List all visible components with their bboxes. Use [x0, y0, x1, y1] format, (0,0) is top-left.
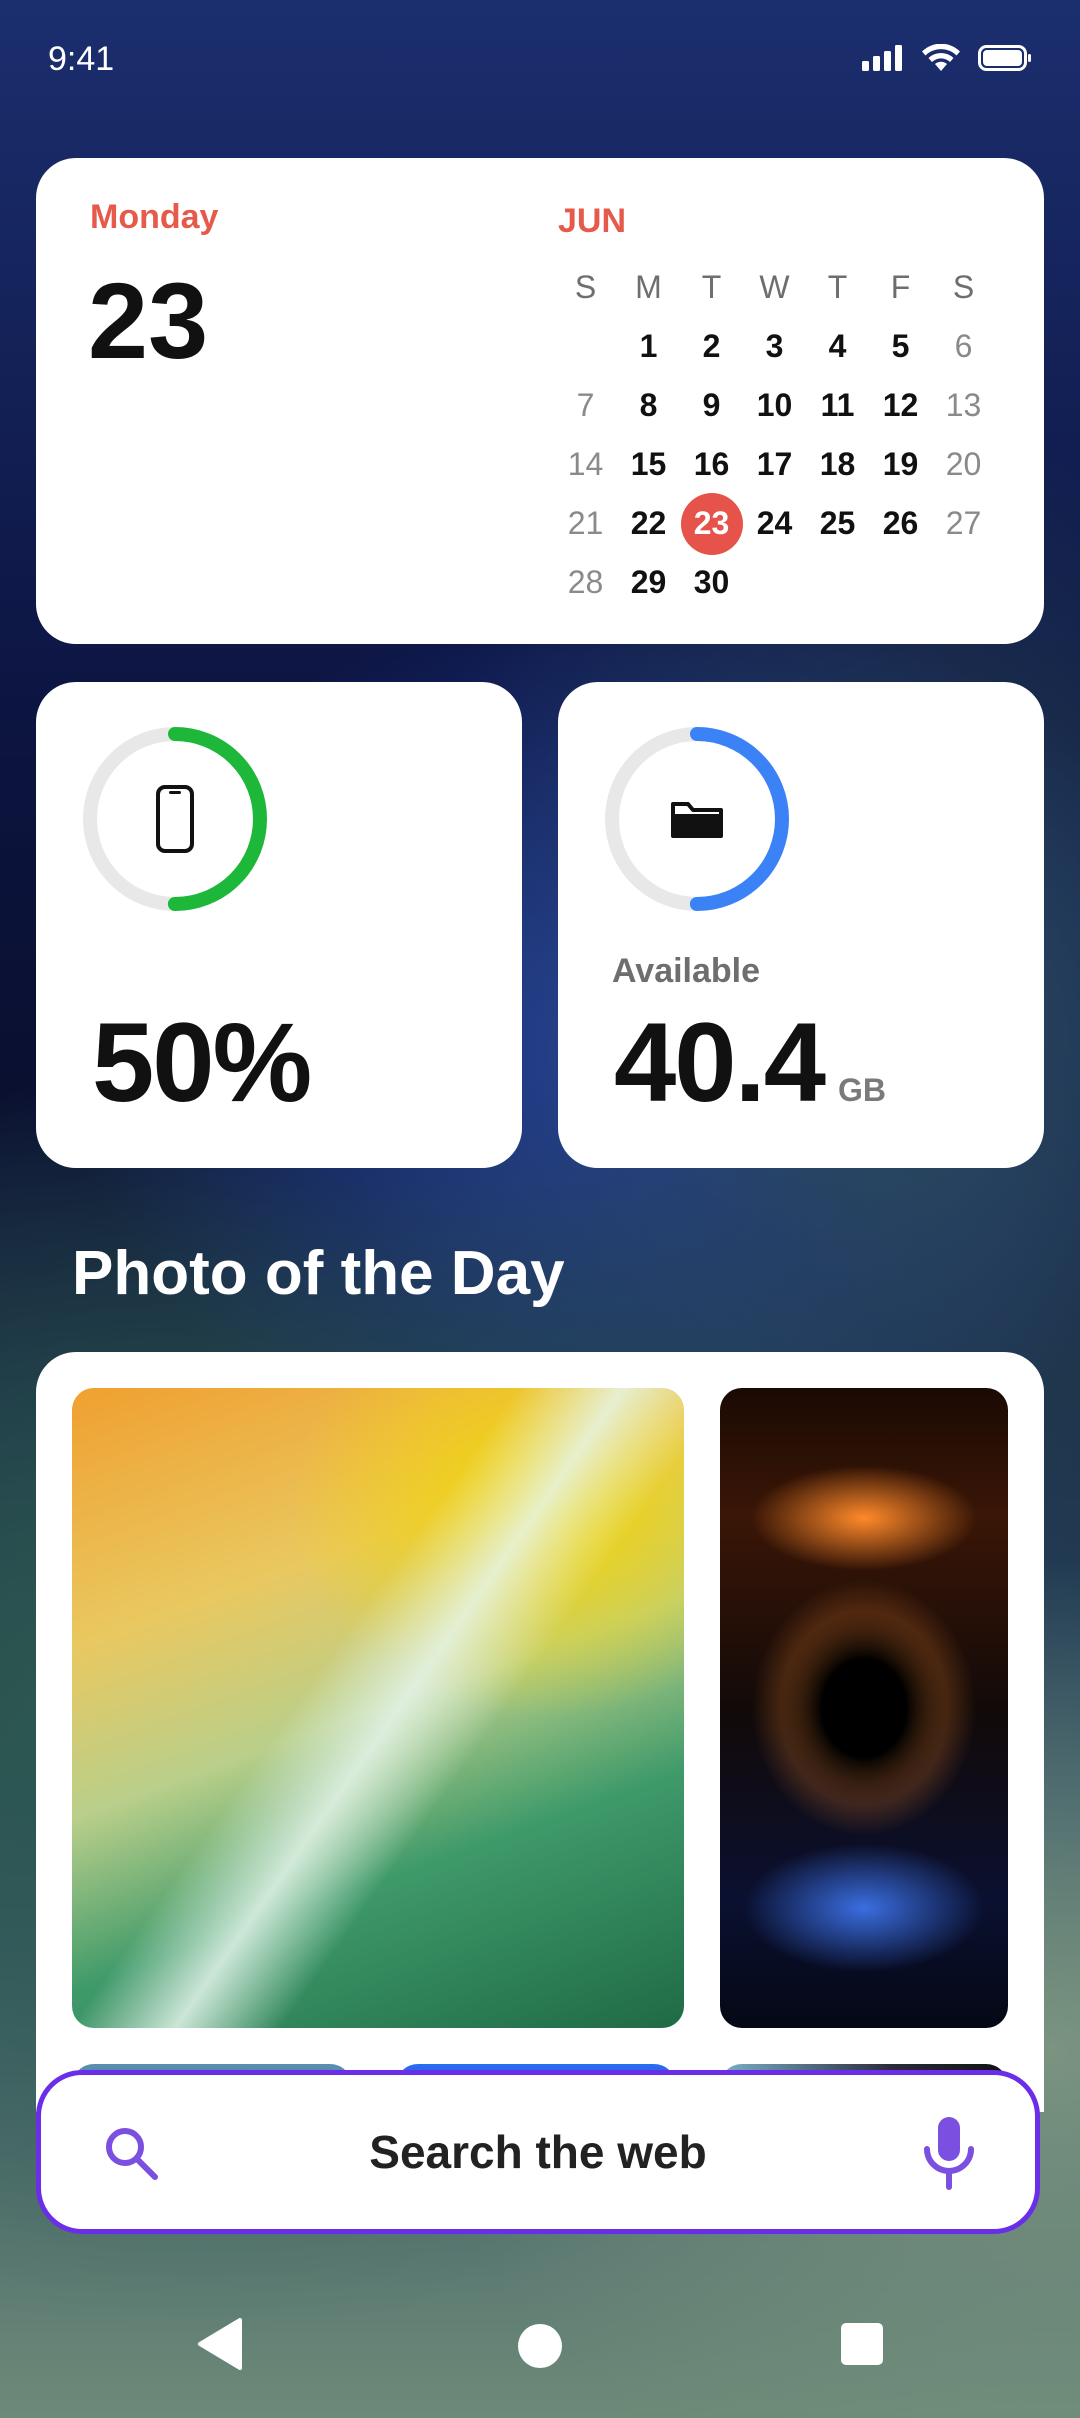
calendar-date: 23 — [88, 260, 209, 381]
phone-icon — [156, 785, 194, 853]
storage-widget[interactable]: Available 40.4 GB — [558, 682, 1044, 1168]
calendar-day[interactable]: 30 — [680, 553, 743, 612]
photo-section-title: Photo of the Day — [72, 1239, 565, 1308]
calendar-day[interactable]: 25 — [806, 494, 869, 553]
calendar-day[interactable]: 10 — [743, 376, 806, 435]
calendar-day[interactable]: 8 — [617, 376, 680, 435]
calendar-day[interactable]: 1 — [617, 317, 680, 376]
calendar-day[interactable]: 7 — [554, 376, 617, 435]
calendar-empty-cell — [806, 553, 869, 612]
battery-status-icon — [978, 45, 1031, 71]
calendar-weekday-header: W — [759, 269, 790, 305]
back-icon[interactable] — [196, 2318, 242, 2370]
calendar-weekday: Monday — [90, 198, 219, 236]
calendar-empty-cell — [554, 317, 617, 376]
calendar-empty-cell — [743, 553, 806, 612]
battery-percentage: 50% — [92, 1000, 312, 1125]
storage-value-row: 40.4 GB — [614, 998, 886, 1127]
calendar-day[interactable]: 19 — [869, 435, 932, 494]
battery-ring — [83, 727, 267, 911]
home-icon[interactable] — [516, 2322, 564, 2370]
calendar-weekday-header: S — [574, 269, 597, 305]
calendar-day[interactable]: 28 — [554, 553, 617, 612]
calendar-day[interactable]: 9 — [680, 376, 743, 435]
calendar-day[interactable]: 4 — [806, 317, 869, 376]
folder-icon — [671, 802, 723, 838]
calendar-weekday-header: F — [890, 269, 911, 305]
battery-widget[interactable]: 50% — [36, 682, 522, 1168]
storage-label: Available — [612, 952, 761, 990]
calendar-weekday-header: S — [952, 269, 975, 305]
calendar-day[interactable]: 11 — [806, 376, 869, 435]
calendar-day[interactable]: 22 — [617, 494, 680, 553]
search-placeholder[interactable]: Search the web — [369, 2125, 706, 2179]
calendar-day[interactable]: 15 — [617, 435, 680, 494]
calendar-month-grid: S M T W T F S 1 2 3 4 5 6 7 8 9 10 11 12 13 14 15 16 17 18 19 20 21… — [554, 258, 995, 612]
storage-unit: GB — [837, 1072, 886, 1108]
calendar-day[interactable]: 24 — [743, 494, 806, 553]
calendar-day[interactable]: 17 — [743, 435, 806, 494]
calendar-day[interactable]: 13 — [932, 376, 995, 435]
calendar-day[interactable]: 27 — [932, 494, 995, 553]
calendar-day[interactable]: 16 — [680, 435, 743, 494]
calendar-empty-cell — [869, 553, 932, 612]
photo-widget[interactable] — [36, 1352, 1044, 2112]
calendar-empty-cell — [932, 553, 995, 612]
status-icons — [862, 44, 1032, 72]
calendar-weekday-header: T — [827, 269, 848, 305]
calendar-day[interactable]: 29 — [617, 553, 680, 612]
wifi-icon — [922, 44, 960, 71]
calendar-day[interactable]: 26 — [869, 494, 932, 553]
calendar-weekday-header: M — [635, 269, 662, 305]
calendar-day[interactable]: 14 — [554, 435, 617, 494]
calendar-weekday-header: T — [701, 269, 722, 305]
calendar-day[interactable]: 3 — [743, 317, 806, 376]
calendar-day[interactable]: 12 — [869, 376, 932, 435]
storage-value: 40.4 — [614, 1000, 826, 1125]
calendar-day-today[interactable]: 23 — [680, 492, 743, 555]
recents-icon[interactable] — [840, 2322, 884, 2366]
microphone-icon[interactable] — [919, 2115, 979, 2191]
calendar-day[interactable]: 18 — [806, 435, 869, 494]
status-time: 9:41 — [48, 40, 115, 78]
storage-ring — [605, 727, 789, 911]
calendar-day[interactable]: 5 — [869, 317, 932, 376]
calendar-widget[interactable]: Monday 23 JUN S M T W T F S 1 2 3 4 5 6 7 8 9 10 11 12 13 14… — [36, 158, 1044, 644]
calendar-day[interactable]: 6 — [932, 317, 995, 376]
signal-icon — [862, 45, 902, 71]
photo-thumbnail-2[interactable] — [720, 1388, 1008, 2028]
calendar-day[interactable]: 20 — [932, 435, 995, 494]
calendar-month: JUN — [558, 202, 627, 240]
search-bar[interactable]: Search the web — [36, 2070, 1040, 2234]
calendar-day[interactable]: 2 — [680, 317, 743, 376]
photo-thumbnail-1[interactable] — [72, 1388, 684, 2028]
calendar-day[interactable]: 21 — [554, 494, 617, 553]
search-icon[interactable] — [103, 2125, 161, 2183]
